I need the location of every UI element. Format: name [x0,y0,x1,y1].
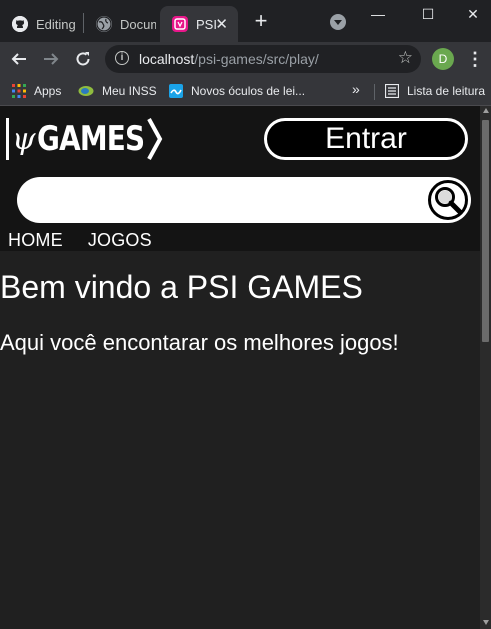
new-tab-button[interactable]: + [250,10,272,32]
page-subtitle: Aqui você encontarar os melhores jogos! [0,330,399,355]
site-logo[interactable]: ψ GAMES [6,116,163,162]
close-window-button[interactable]: ✕ [450,0,491,28]
bookmark-star-icon[interactable]: ☆ [398,48,413,68]
page-scrollbar[interactable] [480,106,491,629]
bookmark-meu-inss[interactable]: Meu INSS [78,82,157,100]
reading-list-label: Lista de leitura [407,84,486,98]
forward-arrow-icon [44,53,59,65]
site-nav: HOME JOGOS [8,230,177,251]
nav-link-jogos[interactable]: JOGOS [88,230,152,251]
close-tab-icon[interactable]: ✕ [215,15,228,33]
maximize-button[interactable]: ☐ [405,0,451,28]
profile-avatar[interactable]: D [432,48,454,70]
bookmark-label: Novos óculos de lei... [191,84,306,98]
address-bar[interactable]: i localhost/psi-games/src/play/ ☆ [105,45,421,73]
browser-toolbar: i localhost/psi-games/src/play/ ☆ D ⋮ [0,42,491,76]
bookmark-site-icon [169,84,183,98]
back-button[interactable] [7,47,31,71]
tab-title: PSI [196,16,217,32]
tab-title: Editing [36,16,76,32]
globe-icon [96,16,112,32]
tab-psi-active[interactable]: PSI ✕ [160,6,238,42]
browser-menu-icon[interactable]: ⋮ [466,49,484,69]
reading-list-icon [385,84,399,98]
tab-editing[interactable]: Editing [0,6,80,42]
bookmark-label: Meu INSS [102,84,157,98]
scroll-up-arrow-icon[interactable] [482,108,489,113]
logo-psi-glyph: ψ [12,121,36,157]
forward-button[interactable] [39,47,63,71]
tab-title: Docum [120,16,156,32]
bookmark-novos-oculos[interactable]: Novos óculos de lei... [169,82,305,100]
search-input[interactable] [39,185,423,217]
search-bar [17,177,471,223]
bookmark-label: Apps [34,84,62,98]
page-viewport: ψ GAMES Entrar HOME JOGOS Bem vindo a PS… [0,106,491,629]
more-bookmarks-icon[interactable]: » [352,81,360,97]
reading-list-button[interactable]: Lista de leitura [385,82,485,100]
scrollbar-thumb[interactable] [482,120,489,342]
tab-search-icon[interactable] [330,14,346,30]
tab-docum[interactable]: Docum [84,6,156,42]
site-info-icon[interactable]: i [115,51,129,65]
page-title: Bem vindo a PSI GAMES [0,269,363,305]
inss-icon [78,84,94,98]
site-favicon-icon [172,16,188,32]
github-icon [12,16,28,32]
bookmark-apps[interactable]: Apps [12,82,61,100]
url-text: localhost/psi-games/src/play/ [139,51,319,67]
back-arrow-icon [11,53,26,65]
logo-bar [6,118,9,160]
bookmarks-bar: Apps Meu INSS Novos óculos de lei... » L… [0,76,491,106]
minimize-button[interactable]: — [355,0,401,28]
site-header: ψ GAMES Entrar HOME JOGOS [0,106,480,251]
logo-chevron-icon [147,118,163,160]
login-button[interactable]: Entrar [264,118,468,160]
apps-grid-icon [12,84,26,98]
scroll-down-arrow-icon[interactable] [482,620,489,625]
nav-link-home[interactable]: HOME [8,230,63,251]
browser-tab-strip: Editing Docum PSI ✕ + — ☐ ✕ [0,0,491,42]
logo-wordmark: GAMES [36,119,145,159]
search-button[interactable] [428,180,468,220]
bookmarks-separator [374,84,375,100]
search-icon [435,187,463,215]
reload-icon [76,52,90,66]
reload-button[interactable] [71,47,95,71]
